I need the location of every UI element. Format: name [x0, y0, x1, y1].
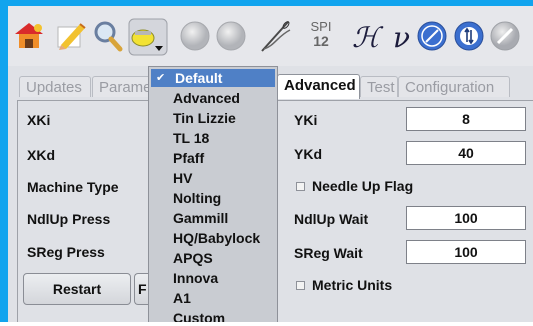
needle-up-flag-label: Needle Up Flag — [312, 178, 414, 194]
tab-advanced[interactable]: Advanced — [277, 74, 360, 99]
gray-circle-icon[interactable] — [179, 20, 211, 52]
checkbox-box[interactable] — [296, 181, 305, 191]
xki-label: XKi — [27, 112, 51, 128]
dropdown-option[interactable]: Gammill — [173, 210, 228, 226]
toolbar: SPI 12 ℋ ν — [8, 6, 533, 66]
metric-units-label: Metric Units — [312, 277, 393, 293]
dropdown-option[interactable]: Advanced — [173, 90, 240, 106]
machine-type-label: Machine Type — [27, 179, 119, 195]
thread-spool-dropdown-icon[interactable] — [127, 17, 169, 57]
dropdown-option[interactable]: HV — [173, 170, 192, 186]
ndlup-wait-field[interactable]: 100 — [406, 206, 526, 230]
metric-units-checkbox[interactable]: Metric Units — [296, 277, 392, 293]
tab-test[interactable]: Test — [360, 76, 398, 97]
app-window: SPI 12 ℋ ν Updates Parame Advanced Test … — [0, 0, 533, 326]
ndlup-wait-label: NdlUp Wait — [294, 211, 369, 227]
dropdown-option[interactable]: HQ/Babylock — [173, 230, 260, 246]
machine-type-dropdown[interactable]: ✔ Default Advanced Tin Lizzie TL 18 Pfaf… — [148, 66, 278, 326]
dropdown-option[interactable]: APQS — [173, 250, 213, 266]
dropdown-selected-row[interactable]: ✔ Default — [151, 69, 275, 87]
script-v-icon[interactable]: ν — [393, 24, 410, 52]
spi-value: 12 — [313, 33, 329, 49]
yki-label: YKi — [294, 112, 318, 128]
dropdown-option[interactable]: Innova — [173, 270, 218, 286]
dropdown-selected-label: Default — [175, 70, 223, 86]
checkmark-icon: ✔ — [156, 72, 166, 84]
spi-label: SPI — [310, 19, 332, 34]
blue-tension-icon[interactable] — [453, 20, 485, 52]
yki-field[interactable]: 8 — [406, 107, 526, 131]
tab-parameters[interactable]: Parame — [92, 76, 152, 97]
spi-indicator[interactable]: SPI 12 — [305, 19, 337, 49]
sreg-wait-field[interactable]: 100 — [406, 240, 526, 264]
tab-updates[interactable]: Updates — [19, 76, 91, 97]
xkd-label: XKd — [27, 147, 55, 163]
gray-pen-icon[interactable] — [489, 20, 521, 52]
magnifier-icon[interactable] — [92, 19, 124, 53]
restart-button[interactable]: Restart — [23, 273, 131, 305]
checkbox-box[interactable] — [296, 280, 305, 290]
needle-up-flag-checkbox[interactable]: Needle Up Flag — [296, 178, 413, 194]
edit-pencil-icon[interactable] — [52, 18, 88, 54]
dropdown-option[interactable]: Tin Lizzie — [173, 110, 236, 126]
home-tools-icon[interactable] — [12, 19, 46, 53]
window-border-left — [0, 0, 8, 326]
blue-gauge-icon[interactable] — [416, 20, 448, 52]
dropdown-option[interactable]: Pfaff — [173, 150, 204, 166]
gray-circle-icon[interactable] — [215, 20, 247, 52]
sreg-press-label: SReg Press — [27, 244, 105, 260]
window-border-top — [0, 0, 533, 6]
dropdown-option[interactable]: Nolting — [173, 190, 221, 206]
needle-thread-icon[interactable] — [258, 18, 294, 54]
script-h-icon[interactable]: ℋ — [352, 24, 380, 52]
ykd-field[interactable]: 40 — [406, 141, 526, 165]
dropdown-option[interactable]: TL 18 — [173, 130, 209, 146]
dropdown-option[interactable]: A1 — [173, 290, 191, 306]
ndlup-press-label: NdlUp Press — [27, 211, 111, 227]
sreg-wait-label: SReg Wait — [294, 245, 363, 261]
tab-configuration[interactable]: Configuration — [398, 76, 510, 97]
ykd-label: YKd — [294, 146, 322, 162]
window-bottom-edge — [0, 322, 533, 326]
